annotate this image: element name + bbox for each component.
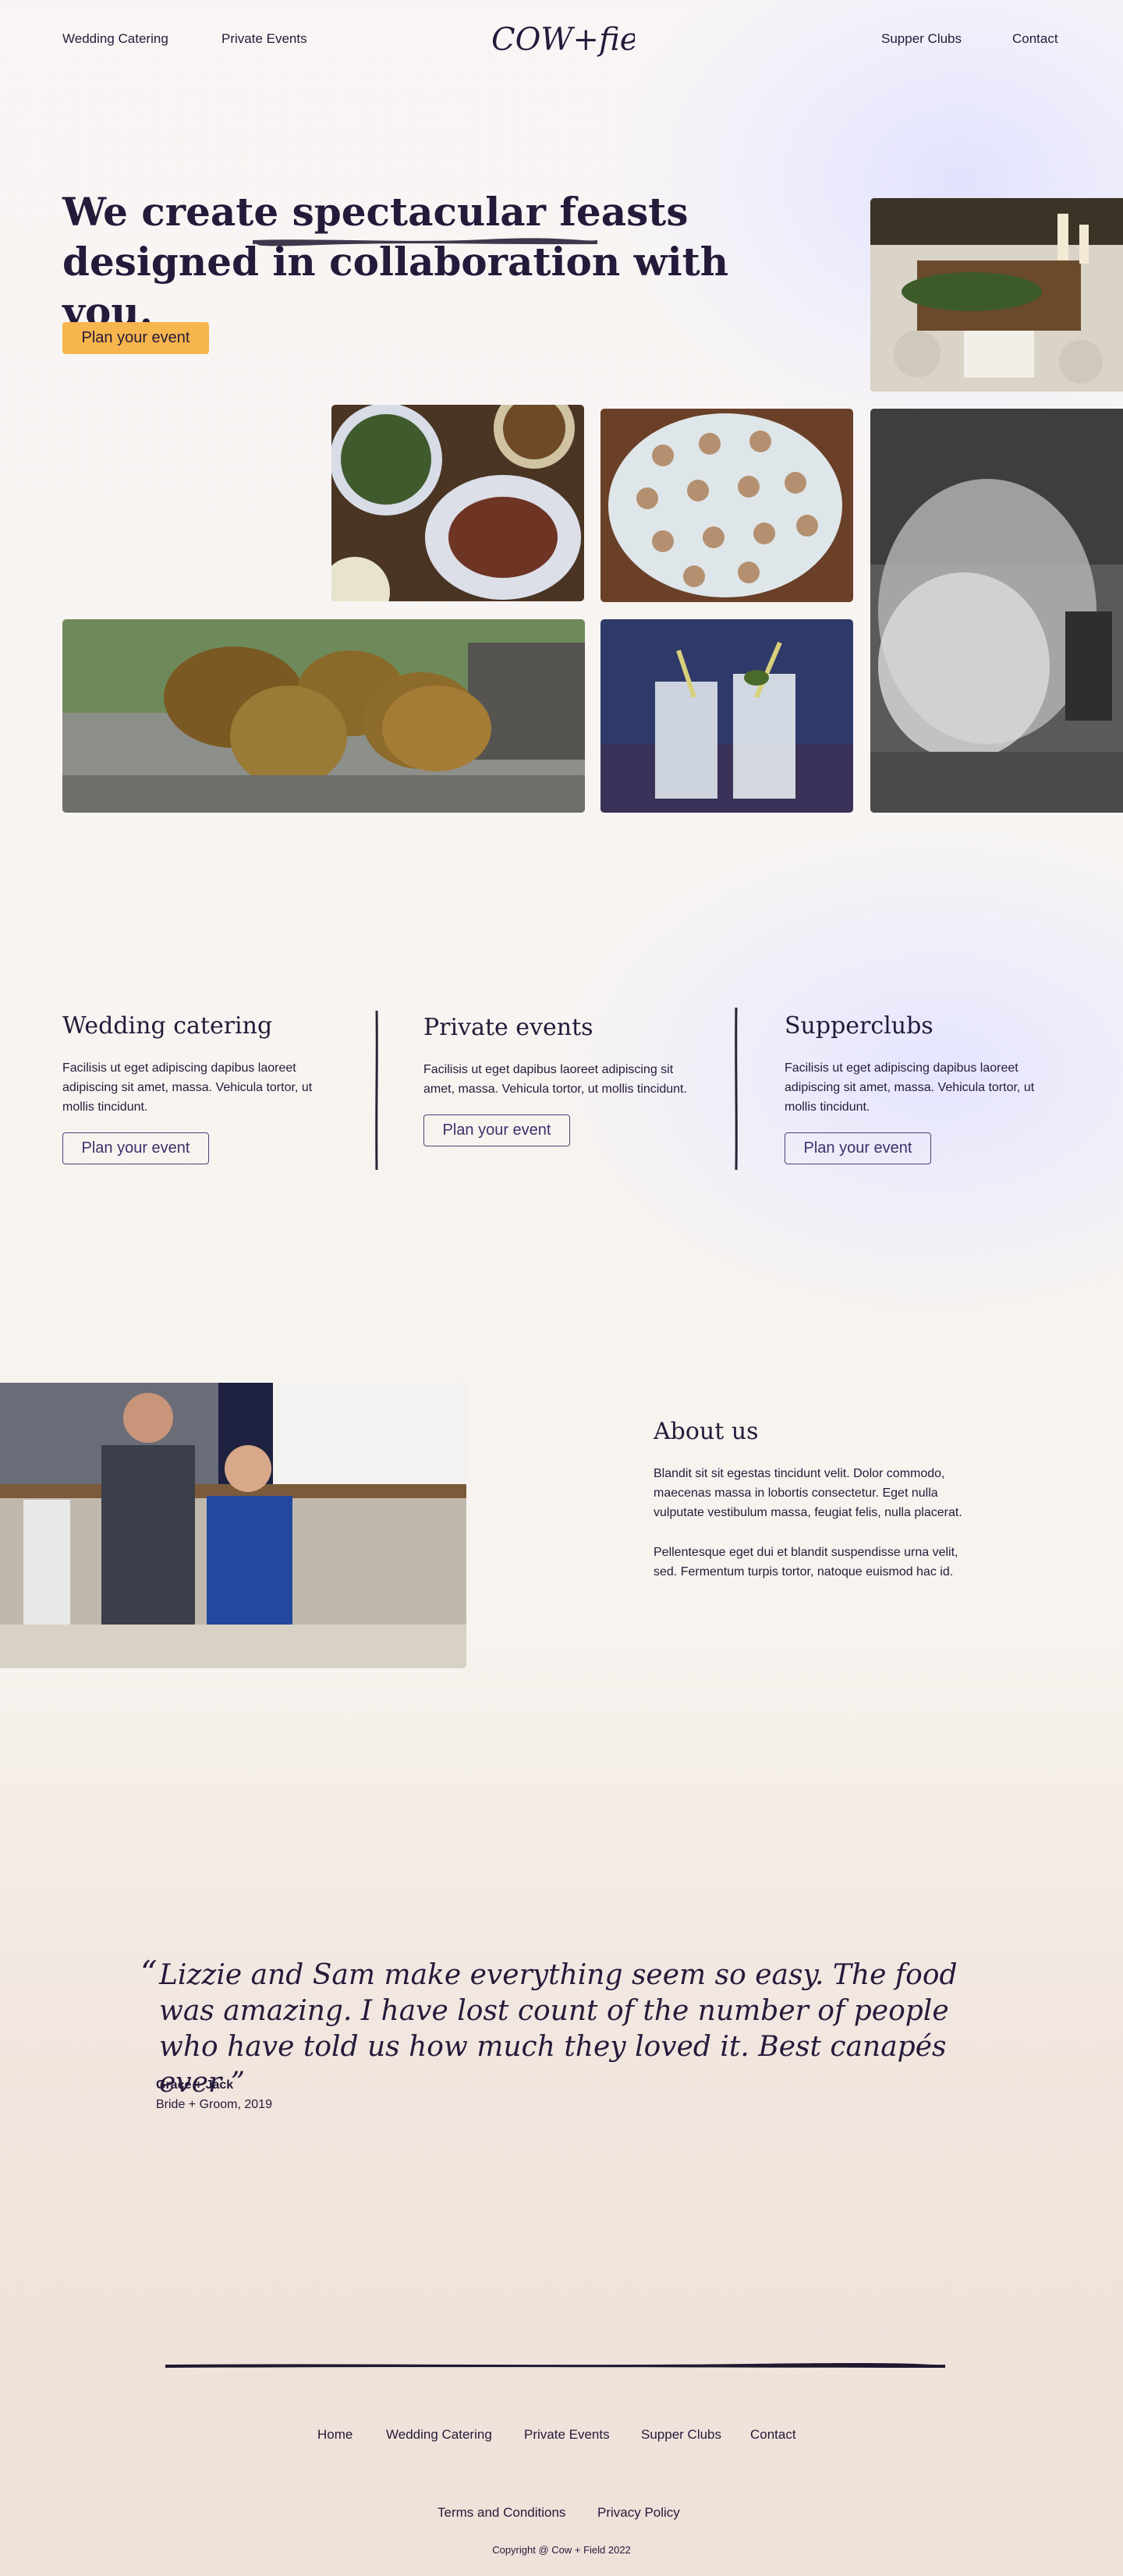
photo-canapes [600, 409, 853, 602]
footer-link-contact[interactable]: Contact [750, 2427, 796, 2443]
service-title: Supperclubs [785, 1012, 933, 1040]
footer-link-private-events[interactable]: Private Events [524, 2427, 610, 2443]
nav-link-private-events[interactable]: Private Events [221, 31, 307, 47]
service-description: Facilisis ut eget adipiscing dapibus lao… [62, 1061, 313, 1114]
photo-cocktails [600, 619, 853, 813]
footer-link-supper-clubs[interactable]: Supper Clubs [641, 2427, 721, 2443]
nav-link-supper-clubs[interactable]: Supper Clubs [881, 31, 962, 47]
about-title: About us [654, 1418, 759, 1445]
footer-link-home[interactable]: Home [317, 2427, 352, 2443]
hero-plan-event-button[interactable]: Plan your event [62, 322, 209, 354]
photo-chefs-kitchen [0, 1383, 466, 1668]
wedding-plan-event-button[interactable]: Plan your event [62, 1132, 209, 1164]
service-title: Wedding catering [62, 1012, 273, 1040]
photo-salad-steak [331, 405, 584, 601]
photo-smoke-cooking [870, 409, 1123, 813]
footer-link-privacy[interactable]: Privacy Policy [597, 2505, 680, 2521]
supperclub-plan-event-button[interactable]: Plan your event [785, 1132, 931, 1164]
about-paragraph: Pellentesque eget dui et blandit suspend… [654, 1546, 958, 1579]
top-navigation: Wedding Catering Private Events COW+fiel… [0, 0, 1123, 84]
footer-link-wedding-catering[interactable]: Wedding Catering [386, 2427, 492, 2443]
service-description: Facilisis ut eget adipiscing dapibus lao… [785, 1061, 1035, 1114]
service-private-events: Private events Facilisis ut eget dapibus… [423, 1014, 704, 1146]
private-plan-event-button[interactable]: Plan your event [423, 1114, 570, 1146]
about-section: About us Blandit sit sit egestas tincidu… [654, 1418, 981, 1602]
footer-divider [165, 2363, 945, 2368]
testimonial-quote: Lizzie and Sam make everything seem so e… [159, 1959, 958, 2099]
service-wedding-catering: Wedding catering Facilisis ut eget adipi… [62, 1012, 343, 1164]
footer-link-terms[interactable]: Terms and Conditions [438, 2505, 565, 2521]
nav-link-contact[interactable]: Contact [1012, 31, 1058, 47]
service-divider [735, 1008, 738, 1170]
service-divider [375, 1011, 378, 1170]
service-supperclubs: Supperclubs Facilisis ut eget adipiscing… [785, 1012, 1065, 1164]
service-title: Private events [423, 1014, 593, 1041]
photo-dinner-table [870, 198, 1123, 392]
testimonial-role: Bride + Groom, 2019 [156, 2098, 272, 2111]
quote-mark: “ [140, 1954, 158, 1992]
hero-title-underline [253, 238, 597, 246]
photo-roasted-pineapples [62, 619, 585, 813]
copyright-text: Copyright @ Cow + Field 2022 [492, 2544, 631, 2556]
service-description: Facilisis ut eget dapibus laoreet adipis… [423, 1063, 687, 1096]
brand-logo[interactable]: COW+field [487, 12, 668, 67]
nav-link-wedding-catering[interactable]: Wedding Catering [62, 31, 168, 47]
testimonial-author: Grace + Jack [156, 2078, 234, 2092]
hero-title: We create spectacular feasts designed in… [62, 189, 729, 335]
about-paragraph: Blandit sit sit egestas tincidunt velit.… [654, 1467, 962, 1519]
logo-wordmark: COW+field [491, 22, 635, 58]
